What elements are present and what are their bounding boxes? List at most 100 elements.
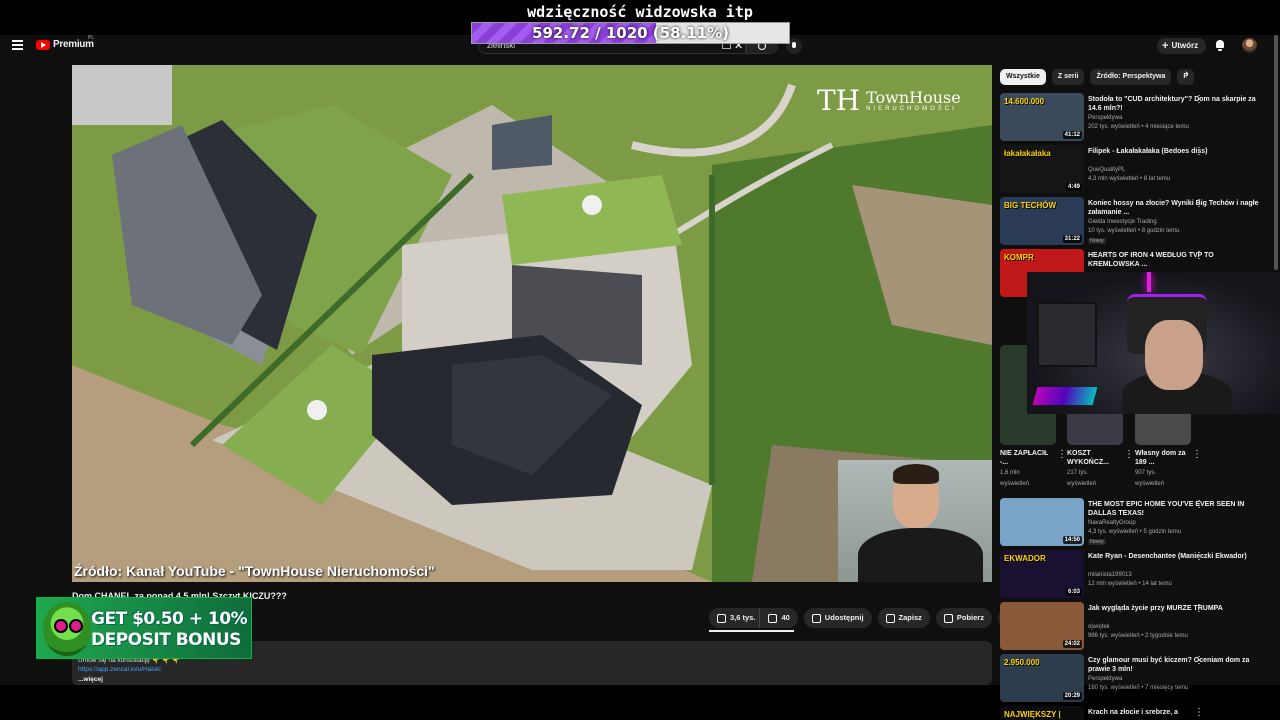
recommendation-title[interactable]: Kate Ryan - Desenchantee (Manieczki Ekwa… (1088, 552, 1260, 561)
share-button[interactable]: Udostępnij (803, 608, 872, 628)
download-label: Pobierz (956, 613, 984, 622)
short-views: 217 tys. (1067, 470, 1089, 476)
like-ratio-line (709, 630, 794, 632)
notifications-bell-icon[interactable] (1215, 40, 1225, 51)
share-icon (811, 613, 821, 623)
like-button[interactable]: 3,6 tys. (709, 608, 761, 628)
new-badge: Nowy (1088, 539, 1106, 545)
short-menu-icon[interactable]: ⋮ (1124, 449, 1134, 460)
recommendation-channel[interactable]: ojwojtek (1088, 624, 1110, 630)
video-thumbnail: 2.950.000 20:29 (1000, 654, 1084, 702)
recommendation-menu-icon[interactable]: ⋮ (1194, 708, 1204, 718)
thumbnail-text: BIG TECHÓW (1004, 201, 1056, 210)
recommendation-channel[interactable]: Perspektywa (1088, 115, 1122, 121)
recommendation-meta: 986 tys. wyświetleń • 2 tygodnie temu (1088, 633, 1188, 639)
recommendation-menu-icon[interactable]: ⋮ (1194, 251, 1204, 261)
save-button[interactable]: Zapisz (877, 608, 930, 628)
thumbnail-text: 2.950.000 (1004, 658, 1040, 667)
recommendation-menu-icon[interactable]: ⋮ (1194, 604, 1204, 614)
recommendation-item[interactable]: NAJWIĘKSZY | WYNIKI Krach na złocie i sre… (1000, 706, 1272, 720)
video-duration: 24:02 (1062, 640, 1082, 648)
video-thumbnail: łakałakałaka 4:49 (1000, 145, 1084, 193)
townhouse-watermark: TH TownHouse NIERUCHOMOŚCI (817, 84, 961, 117)
recommendation-menu-icon[interactable]: ⋮ (1194, 199, 1204, 209)
video-player[interactable]: TH TownHouse NIERUCHOMOŚCI Źródło: Kanał… (72, 65, 992, 582)
thumbs-down-icon (768, 613, 778, 623)
thumbs-up-icon (717, 613, 726, 623)
short-menu-icon[interactable]: ⋮ (1192, 449, 1202, 460)
recommendation-title[interactable]: Jak wygląda życie przy MURZE TRUMPA (1088, 604, 1260, 613)
description-link[interactable]: https://app.zencal.io/u/Halski (78, 666, 161, 673)
recommendation-title[interactable]: HEARTS OF IRON 4 WEDŁUG TVP TO KREMLOWSK… (1088, 251, 1260, 269)
recommendation-item[interactable]: 14:50 THE MOST EPIC HOME YOU'VE EVER SEEN… (1000, 498, 1272, 548)
video-thumbnail: 14.600.000 41:12 (1000, 93, 1084, 141)
video-thumbnail: NAJWIĘKSZY | WYNIKI (1000, 706, 1084, 720)
recommendation-item[interactable]: łakałakałaka 4:49 Filipek - Łakałakałaka (… (1000, 145, 1272, 195)
recommendation-menu-icon[interactable]: ⋮ (1194, 95, 1204, 105)
video-thumbnail: 24:02 (1000, 602, 1084, 650)
recommendation-menu-icon[interactable]: ⋮ (1194, 147, 1204, 157)
donation-goal-bar: 592.72 / 1020 (58.11%) (471, 22, 790, 44)
recommendation-menu-icon[interactable]: ⋮ (1194, 656, 1204, 666)
like-count: 3,6 tys. (730, 613, 756, 622)
short-views: 1,6 mln (1000, 470, 1020, 476)
dislike-button[interactable]: 40 (760, 608, 798, 628)
recommendation-item[interactable]: BIG TECHÓW 31:22 Koniec hossy na złocie? W… (1000, 197, 1272, 247)
download-button[interactable]: Pobierz (935, 608, 992, 628)
youtube-premium-logo[interactable]: Premium (36, 39, 94, 50)
recommendation-meta: 12 mln wyświetleń • 14 lat temu (1088, 581, 1172, 587)
watermark-brand: TownHouse (866, 88, 961, 107)
create-label: Utwórz (1171, 41, 1199, 50)
show-more-button[interactable]: ...więcej (78, 676, 103, 683)
chip-series[interactable]: Z serii (1051, 69, 1085, 85)
download-icon (943, 613, 953, 623)
video-duration: 41:12 (1062, 131, 1082, 139)
recommendation-title[interactable]: Filipek - Łakałakałaka (Bedoes diss) (1088, 147, 1260, 156)
chevron-right-icon[interactable]: › (1185, 68, 1189, 80)
recommendation-title[interactable]: Czy glamour musi być kiczem? Oceniam dom… (1088, 656, 1260, 674)
deposit-bonus-ad[interactable]: GET $0.50 + 10% DEPOSIT BONUS (36, 597, 252, 659)
recommendation-title[interactable]: THE MOST EPIC HOME YOU'VE EVER SEEN IN D… (1088, 500, 1260, 518)
video-duration: 31:22 (1062, 235, 1082, 243)
ad-mascot-image (43, 602, 91, 656)
thumbnail-text: EKWADOR (1004, 554, 1046, 563)
recommendation-channel[interactable]: QueQualityPL (1088, 167, 1125, 173)
recommendation-title[interactable]: Krach na złocie i srebrze, a (1088, 708, 1260, 717)
streamer-webcam (1027, 272, 1280, 414)
recommendation-channel[interactable]: Perspektywa (1088, 676, 1122, 682)
video-duration: 6:03 (1065, 588, 1082, 596)
short-title: NIE ZAPŁACIŁ -... (1000, 450, 1049, 466)
thumbnail-text: łakałakałaka (1004, 149, 1051, 158)
recommendation-title[interactable]: Koniec hossy na złocie? Wyniki Big Techó… (1088, 199, 1260, 217)
account-avatar[interactable] (1242, 38, 1257, 53)
youtube-logo-icon (36, 39, 50, 50)
recommendation-item[interactable]: EKWADOR 6:03 Kate Ryan - Desenchantee (Man… (1000, 550, 1272, 600)
video-duration: 4:49 (1065, 183, 1082, 191)
video-actions: 3,6 tys. 40 Udostępnij Zapisz Pobierz ⋯ (709, 608, 1018, 628)
thumbnail-text: KOMPR (1004, 253, 1034, 262)
recommendation-item[interactable]: 2.950.000 20:29 Czy glamour musi być kicze… (1000, 654, 1272, 704)
create-button[interactable]: + Utwórz (1157, 38, 1207, 54)
video-duration: 14:50 (1062, 536, 1082, 544)
recommendation-channel[interactable]: NavaRealtyGroup (1088, 520, 1136, 526)
recommendation-channel[interactable]: Giełda Inwestycje Trading (1088, 219, 1157, 225)
scrollbar[interactable] (1274, 35, 1278, 270)
short-views-label: wyświetleń (1067, 481, 1097, 487)
recommendation-menu-icon[interactable]: ⋮ (1194, 500, 1204, 510)
recommendation-title[interactable]: Stodoła to "CUD architektury"? Dom na sk… (1088, 95, 1260, 113)
short-views-label: wyświetleń (1000, 481, 1030, 487)
donation-goal-text: 592.72 / 1020 (58.11%) (532, 24, 729, 42)
menu-icon[interactable] (12, 40, 23, 50)
short-views: 907 tys. (1135, 470, 1157, 476)
chip-source[interactable]: Źródło: Perspektywa (1090, 69, 1172, 85)
short-title: KOSZT WYKOŃCZ... (1067, 450, 1109, 466)
new-badge: Nowy (1088, 238, 1106, 244)
recommendation-item[interactable]: 14.600.000 41:12 Stodoła to "CUD architekt… (1000, 93, 1272, 143)
chip-all[interactable]: Wszystkie (1000, 69, 1046, 85)
recommendation-menu-icon[interactable]: ⋮ (1194, 552, 1204, 562)
recommendation-channel[interactable]: milanista199013 (1088, 572, 1132, 578)
video-duration: 20:29 (1062, 692, 1082, 700)
watermark-mark: TH (817, 84, 861, 117)
recommendation-item[interactable]: 24:02 Jak wygląda życie przy MURZE TRUMPA… (1000, 602, 1272, 652)
short-menu-icon[interactable]: ⋮ (1057, 449, 1067, 460)
